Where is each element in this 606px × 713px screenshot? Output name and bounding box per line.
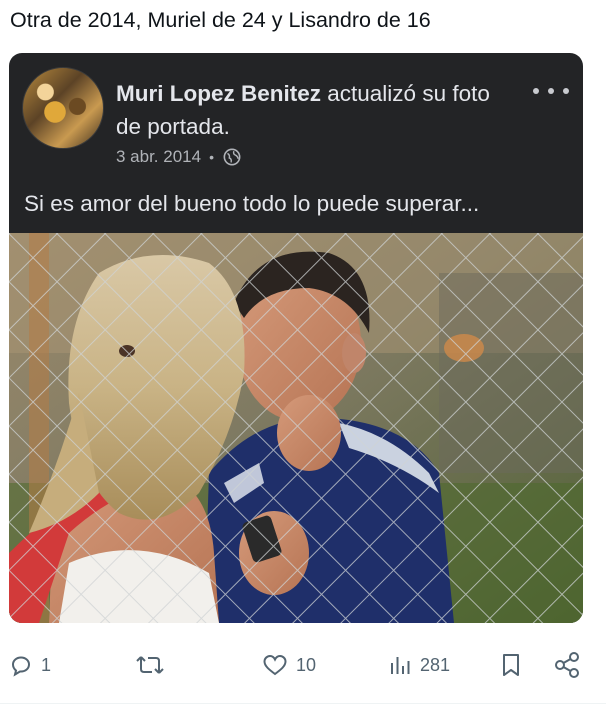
- reply-count: 1: [41, 654, 52, 675]
- meta-separator: •: [209, 149, 214, 165]
- views-button[interactable]: 281: [388, 640, 450, 690]
- bookmark-icon: [503, 654, 519, 676]
- author-name[interactable]: Muri Lopez Benitez: [116, 81, 321, 106]
- post-meta: 3 abr. 2014 •: [116, 147, 241, 167]
- tweet-text: Otra de 2014, Muriel de 24 y Lisandro de…: [10, 8, 431, 32]
- like-count: 10: [296, 654, 317, 675]
- views-count: 281: [420, 654, 451, 675]
- post-photo[interactable]: [9, 233, 583, 623]
- divider: [0, 703, 606, 704]
- repost-button[interactable]: [135, 640, 165, 690]
- globe-icon: [223, 148, 241, 166]
- post-header: Muri Lopez Benitez actualizó su foto de …: [116, 77, 516, 143]
- tweet-actions: 1 10 281: [0, 640, 606, 690]
- post-caption: Si es amor del bueno todo lo puede super…: [24, 191, 480, 216]
- ellipsis-icon[interactable]: [533, 81, 569, 101]
- avatar[interactable]: [22, 67, 104, 149]
- post-date[interactable]: 3 abr. 2014: [116, 147, 201, 167]
- reply-button[interactable]: 1: [9, 640, 51, 690]
- bookmark-button[interactable]: [499, 640, 523, 690]
- reply-icon: [11, 656, 31, 677]
- like-icon: [263, 654, 287, 676]
- views-icon: [391, 657, 410, 674]
- like-button[interactable]: 10: [262, 640, 316, 690]
- photo-illustration: [9, 233, 583, 623]
- repost-icon: [136, 656, 164, 674]
- embedded-facebook-post[interactable]: Muri Lopez Benitez actualizó su foto de …: [9, 53, 583, 623]
- share-button[interactable]: [553, 640, 581, 690]
- share-icon: [555, 652, 579, 678]
